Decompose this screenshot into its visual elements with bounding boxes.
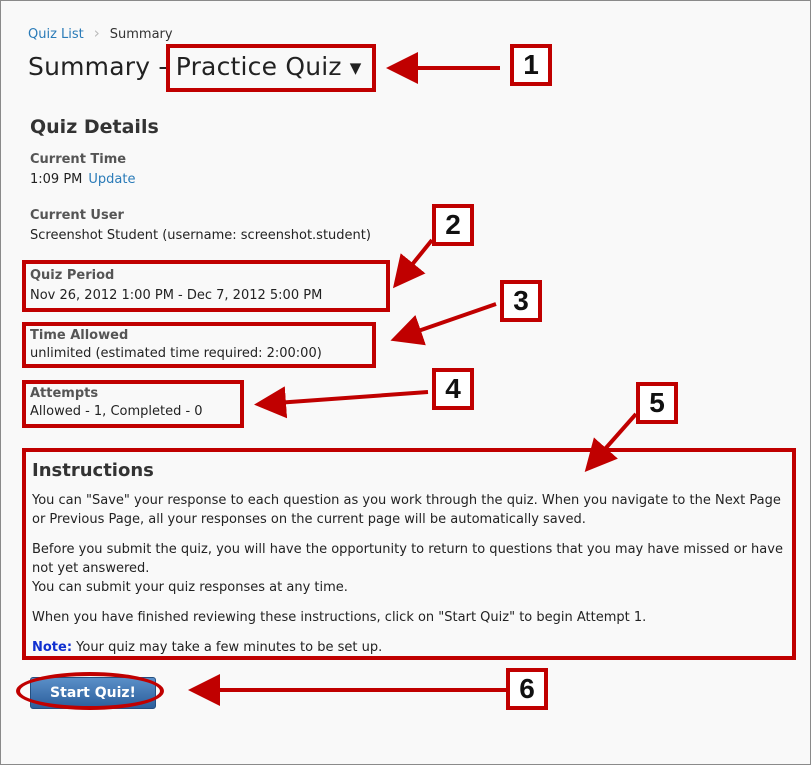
callout-2: 2 (432, 204, 474, 246)
arrow-5 (584, 412, 638, 472)
callout-3: 3 (500, 280, 542, 322)
callout-4: 4 (432, 368, 474, 410)
arrow-4 (254, 386, 429, 419)
callout-5: 5 (636, 382, 678, 424)
arrow-2 (392, 238, 434, 289)
callout-1: 1 (510, 44, 552, 86)
annotation-arrows (188, 52, 638, 706)
callout-6: 6 (506, 668, 548, 710)
arrow-3 (390, 302, 497, 346)
